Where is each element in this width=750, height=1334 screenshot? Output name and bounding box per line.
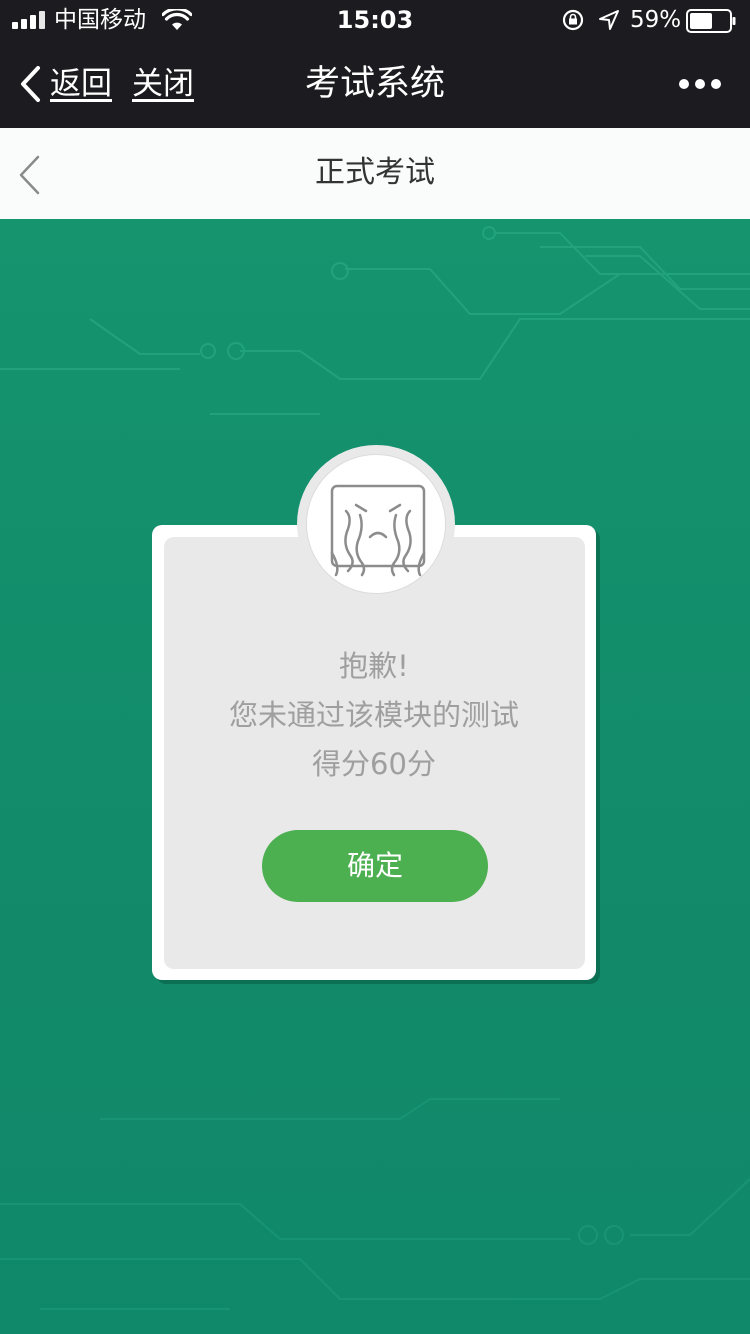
avatar-ring (297, 445, 455, 603)
crying-face-icon (330, 484, 426, 577)
orientation-lock-icon (562, 9, 584, 31)
battery-icon (686, 9, 736, 33)
page-title: 考试系统 (304, 64, 445, 104)
sub-header-title: 正式考试 (315, 155, 435, 190)
fail-message: 您未通过该模块的测试 (228, 698, 519, 732)
sub-header: 正式考试 (0, 128, 750, 219)
battery-percent: 59% (630, 7, 682, 33)
apology-text: 抱歉! (339, 649, 409, 683)
avatar-circle (306, 454, 446, 594)
status-bar: 中国移动 15:03 59% (0, 0, 750, 40)
score-text: 得分60分 (312, 747, 436, 781)
nav-bar: 返回 关闭 考试系统 (0, 40, 750, 128)
location-arrow-icon (598, 9, 620, 31)
confirm-button[interactable]: 确定 (262, 830, 488, 902)
more-dots-icon[interactable] (676, 72, 724, 96)
